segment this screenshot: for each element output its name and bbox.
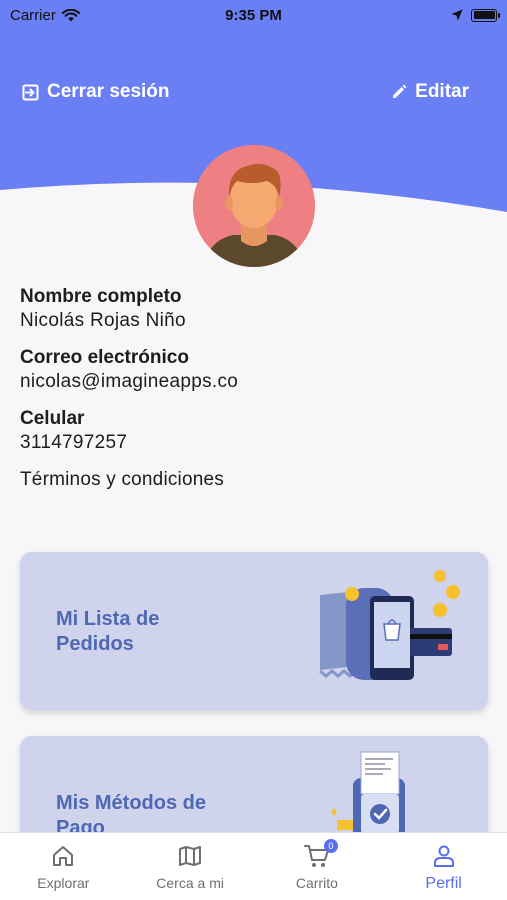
terms-link[interactable]: Términos y condiciones [20,468,490,492]
cart-badge: 0 [323,839,338,853]
logout-icon [22,84,39,100]
tab-bar: Explorar Cerca a mi 0 Carrito Perfil [0,832,507,900]
pencil-icon [393,84,407,98]
person-icon [432,843,456,869]
full-name-label: Nombre completo [20,286,182,307]
tab-cerca-a-mi-label: Cerca a mi [156,875,224,891]
tab-carrito[interactable]: 0 Carrito [254,833,381,900]
phone-value: 3114797257 [20,432,128,453]
email-value: nicolas@imagineapps.co [20,371,239,392]
avatar [193,145,315,267]
payment-terminal-illustration [331,751,405,840]
email-field: Correo electrónico nicolas@imagineapps.c… [20,346,490,394]
phone-label: Celular [20,408,85,429]
location-arrow-icon [451,9,463,21]
tab-cerca-a-mi[interactable]: Cerca a mi [127,833,254,900]
tab-explorar-label: Explorar [37,875,90,891]
wifi-icon [61,8,80,21]
status-right [451,8,500,22]
edit-button[interactable]: Editar [391,78,469,106]
tab-carrito-label: Carrito [295,875,338,891]
orders-card-title: Mi Lista de Pedidos [56,608,160,655]
cart-icon: 0 [303,839,338,869]
tab-perfil[interactable]: Perfil [380,833,507,900]
full-name-value: Nicolás Rojas Niño [20,310,186,331]
battery-icon [471,8,500,22]
header-actions: Cerrar sesión Editar [0,78,507,106]
logout-button[interactable]: Cerrar sesión [22,78,170,106]
phone-field: Celular 3114797257 [20,407,490,455]
tab-explorar[interactable]: Explorar [0,833,127,900]
profile-info: Nombre completo Nicolás Rojas Niño Corre… [20,285,490,492]
edit-label: Editar [415,81,469,102]
full-name-field: Nombre completo Nicolás Rojas Niño [20,285,490,333]
shopping-receipt-phone-illustration [319,570,460,680]
status-left: Carrier [10,7,80,24]
orders-card[interactable]: Mi Lista de Pedidos [20,552,488,710]
map-icon [178,843,202,869]
carrier-label: Carrier [10,6,56,24]
tab-perfil-label: Perfil [425,875,462,892]
home-icon [51,843,75,869]
email-label: Correo electrónico [20,347,189,368]
user-avatar-illustration [193,145,315,267]
logout-label: Cerrar sesión [47,81,170,102]
status-bar: Carrier 9:35 PM [0,0,507,30]
